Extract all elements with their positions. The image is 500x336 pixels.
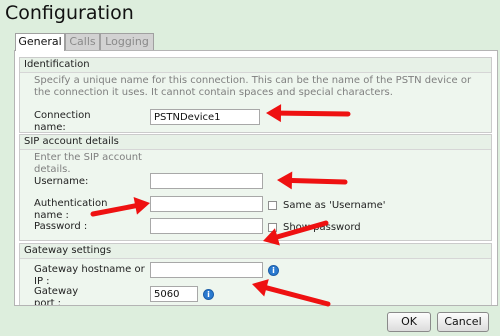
username-label: Username: (34, 176, 89, 187)
username-input[interactable] (150, 173, 263, 189)
show-password-checkbox[interactable] (268, 223, 277, 232)
password-input[interactable] (150, 218, 263, 234)
gateway-section: Gateway settings Gateway hostname or IP … (19, 243, 492, 306)
connection-name-input[interactable] (150, 109, 260, 125)
general-panel: Identification Specify a unique name for… (14, 50, 498, 306)
gateway-hostname-label: Gateway hostname or IP : (34, 264, 145, 287)
tab-general[interactable]: General (15, 33, 65, 51)
ok-button[interactable]: OK (387, 312, 431, 332)
hostname-info-icon[interactable]: i (268, 265, 279, 276)
show-password-label: Show password (283, 222, 361, 233)
sip-section: SIP account details Enter the SIP accoun… (19, 134, 492, 241)
authentication-name-input[interactable] (150, 196, 263, 212)
gateway-port-input[interactable] (150, 286, 198, 302)
tab-logging[interactable]: Logging (100, 33, 154, 50)
page-title: Configuration (5, 2, 134, 24)
identification-section: Identification Specify a unique name for… (19, 57, 492, 133)
password-label: Password : (34, 221, 88, 232)
gateway-heading: Gateway settings (20, 244, 491, 259)
tab-calls[interactable]: Calls (65, 33, 100, 50)
gateway-port-label: Gateway port : (34, 286, 79, 306)
identification-description: Specify a unique name for this connectio… (34, 75, 472, 98)
port-info-icon[interactable]: i (203, 289, 214, 300)
sip-heading: SIP account details (20, 135, 491, 150)
cancel-button[interactable]: Cancel (437, 312, 489, 332)
connection-name-label: Connection name: (34, 110, 91, 133)
same-as-username-checkbox[interactable] (268, 201, 277, 210)
identification-heading: Identification (20, 58, 491, 73)
authentication-name-label: Authentication name : (34, 198, 108, 221)
gateway-hostname-input[interactable] (150, 262, 263, 278)
same-as-username-label: Same as 'Username' (283, 200, 386, 211)
sip-description: Enter the SIP account details. (34, 152, 142, 175)
